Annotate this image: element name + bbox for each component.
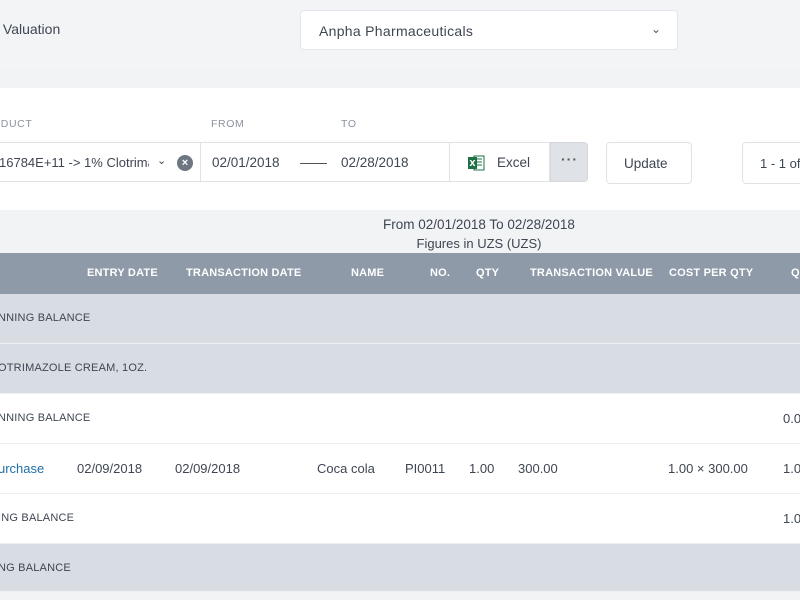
row-label: NG BALANCE [0,562,71,574]
report-date-range: From 02/01/2018 To 02/28/2018 [383,217,575,232]
cell-no: PI0011 [405,461,446,476]
cell-cost-per-qty: 1.00 × 300.00 [668,461,748,476]
row-label: NNING BALANCE [0,412,91,424]
cell-entry-date: 02/09/2018 [77,461,143,476]
company-select[interactable]: Anpha Pharmaceuticals ⌄ [300,10,678,50]
product-group-label: OTRIMAZOLE CREAM, 1OZ. [0,362,148,374]
column-transaction-value[interactable]: TRANSACTION VALUE [530,267,653,279]
cell-q: 0.0 [783,411,800,426]
date-range-separator [300,163,327,164]
cell-transaction-value: 300.00 [518,461,558,476]
column-name[interactable]: NAME [351,267,384,279]
more-icon: ··· [561,151,578,167]
svg-text:X: X [469,159,476,168]
cell-q: 1.0 [783,461,800,476]
more-options-button[interactable]: ··· [550,142,588,182]
cell-q: 1.0 [783,511,800,526]
cell-name: Coca cola [317,461,375,476]
table-row: OTRIMAZOLE CREAM, 1OZ. [0,344,800,394]
to-date-input[interactable]: 02/28/2018 [341,155,409,170]
cell-transaction-date: 02/09/2018 [175,461,241,476]
transaction-type-link[interactable]: urchase [0,461,44,476]
table-row: NNING BALANCE 0.0 [0,394,800,444]
top-header: k Valuation Anpha Pharmaceuticals ⌄ [0,0,800,68]
filter-panel: ODUCT FROM TO 16784E+11 -> 1% Clotrimazo… [0,88,800,210]
excel-icon: X [468,155,485,171]
from-label: FROM [211,118,245,130]
report-currency: Figures in UZS (UZS) [416,236,542,251]
product-select[interactable]: 16784E+11 -> 1% Clotrimazole Cream ⌄ × [0,142,200,182]
table-row: NNING BALANCE [0,294,800,344]
update-label: Update [624,156,668,171]
table-header: ENTRY DATE TRANSACTION DATE NAME NO. QTY… [0,253,800,294]
column-no[interactable]: NO. [430,267,450,279]
chevron-down-icon[interactable]: ⌄ [157,154,166,167]
table-row: urchase 02/09/2018 02/09/2018 Coca cola … [0,444,800,494]
date-range: 02/01/2018 02/28/2018 [200,142,450,182]
pagination-text: 1 - 1 of 1 [760,156,800,171]
page-title: k Valuation [0,21,61,37]
clear-icon[interactable]: × [177,155,193,171]
pagination-select[interactable]: 1 - 1 of 1 [742,142,800,184]
column-q[interactable]: Q [791,267,800,279]
to-label: TO [341,118,357,130]
column-entry-date[interactable]: ENTRY DATE [87,267,158,279]
row-label: NNING BALANCE [0,312,91,324]
update-button[interactable]: Update [606,142,692,184]
cell-qty: 1.00 [469,461,495,476]
chevron-down-icon: ⌄ [650,22,661,36]
product-label: ODUCT [0,118,33,130]
table-row: ING BALANCE 1.0 [0,494,800,544]
column-transaction-date[interactable]: TRANSACTION DATE [186,267,301,279]
row-label: ING BALANCE [0,512,75,524]
column-cost-per-qty[interactable]: COST PER QTY [669,267,753,279]
company-select-value: Anpha Pharmaceuticals [319,23,474,39]
product-select-value: 16784E+11 -> 1% Clotrimazole Cream [0,155,149,170]
excel-label: Excel [497,155,531,170]
table-row: NG BALANCE [0,544,800,592]
from-date-input[interactable]: 02/01/2018 [212,155,280,170]
excel-export-button[interactable]: X Excel [450,142,550,182]
column-qty[interactable]: QTY [476,267,499,279]
